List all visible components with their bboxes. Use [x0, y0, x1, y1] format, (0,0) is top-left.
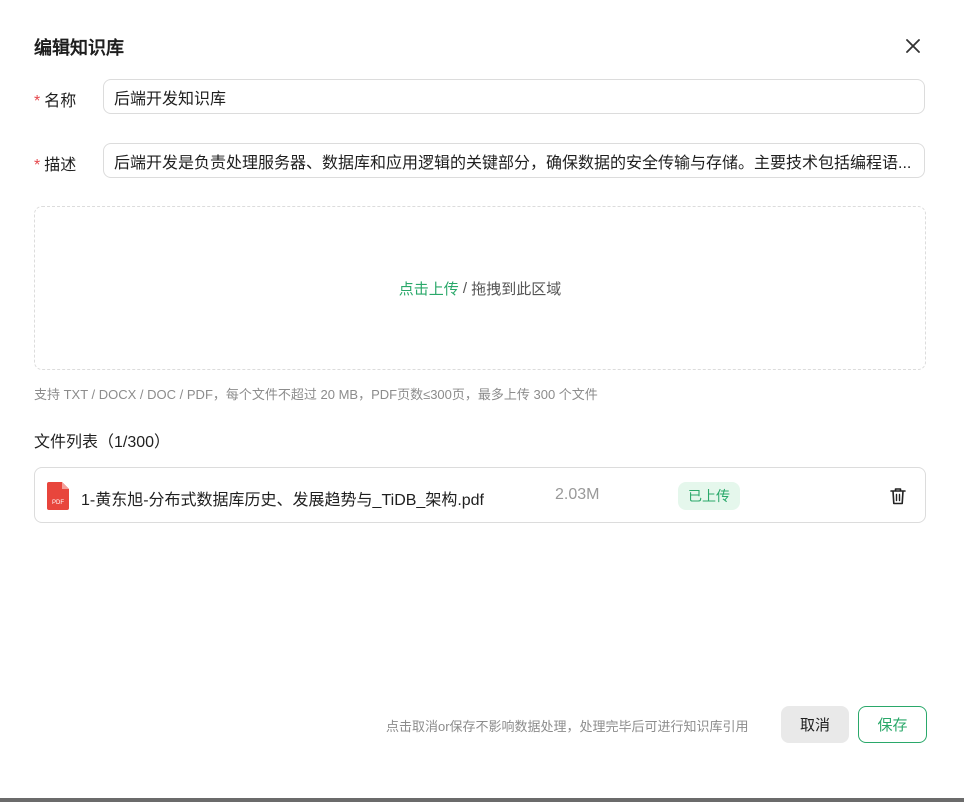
- save-button[interactable]: 保存: [858, 706, 927, 743]
- name-input[interactable]: 后端开发知识库: [103, 79, 925, 114]
- description-input[interactable]: 后端开发是负责处理服务器、数据库和应用逻辑的关键部分，确保数据的安全传输与存储。…: [103, 143, 925, 178]
- click-upload-link[interactable]: 点击上传: [399, 278, 459, 299]
- description-label: * 描述: [34, 151, 76, 175]
- upload-hint: 支持 TXT / DOCX / DOC / PDF，每个文件不超过 20 MB，…: [34, 387, 598, 402]
- trash-icon: [890, 488, 906, 505]
- file-list-item: PDF 1-黄东旭-分布式数据库历史、发展趋势与_TiDB_架构.pdf 2.0…: [34, 467, 926, 523]
- upload-separator: /: [458, 279, 472, 297]
- footer-note: 点击取消or保存不影响数据处理，处理完毕后可进行知识库引用: [386, 719, 749, 734]
- file-list-title: 文件列表（1/300）: [34, 434, 171, 451]
- required-mark: *: [34, 93, 41, 110]
- dialog-title: 编辑知识库: [34, 38, 124, 58]
- drag-here-text: 拖拽到此区域: [471, 280, 562, 298]
- name-input-value: 后端开发知识库: [114, 90, 227, 108]
- cancel-button[interactable]: 取消: [781, 706, 849, 743]
- name-label-text: 名称: [44, 93, 77, 110]
- file-size: 2.03M: [555, 486, 600, 503]
- delete-file-button[interactable]: [887, 485, 909, 507]
- status-badge: 已上传: [678, 482, 740, 510]
- description-label-text: 描述: [44, 157, 77, 174]
- upload-dropzone[interactable]: 点击上传 / 拖拽到此区域: [34, 206, 926, 370]
- required-mark: *: [34, 157, 41, 174]
- svg-text:PDF: PDF: [52, 500, 64, 506]
- pdf-file-icon: PDF: [47, 482, 69, 510]
- file-name: 1-黄东旭-分布式数据库历史、发展趋势与_TiDB_架构.pdf: [81, 492, 485, 509]
- close-button[interactable]: [900, 33, 926, 59]
- close-icon: [906, 39, 920, 53]
- description-input-value: 后端开发是负责处理服务器、数据库和应用逻辑的关键部分，确保数据的安全传输与存储。…: [114, 154, 912, 172]
- window-bottom-edge: [0, 798, 964, 802]
- edit-knowledge-base-dialog: 编辑知识库 * 名称 后端开发知识库 * 描述 后端开发是负责处理服务器、数据库和应…: [0, 0, 964, 798]
- name-label: * 名称: [34, 87, 76, 111]
